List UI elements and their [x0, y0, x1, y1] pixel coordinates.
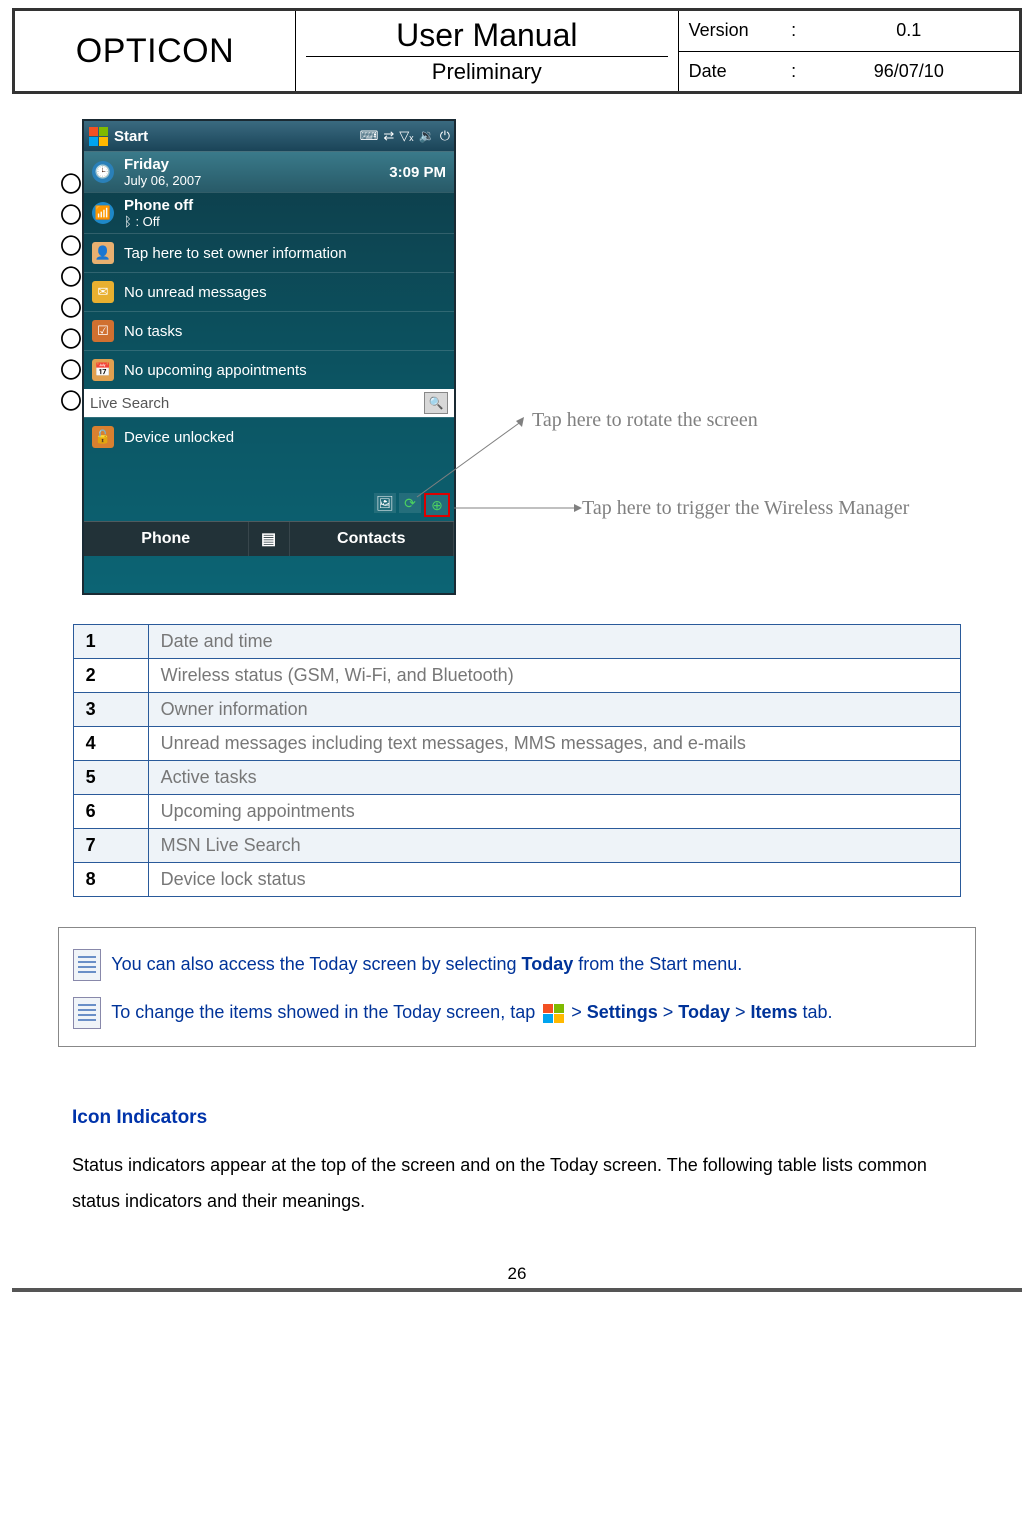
table-row: 4Unread messages including text messages… — [73, 727, 961, 761]
keyboard-icon[interactable]: ⌨ — [360, 128, 379, 144]
search-placeholder[interactable]: Live Search — [90, 395, 424, 412]
version-value: 0.1 — [809, 20, 1009, 41]
tasks-icon: ☑ — [92, 320, 114, 342]
note-box: You can also access the Today screen by … — [58, 927, 977, 1047]
date-value: 96/07/10 — [809, 61, 1009, 82]
table-row: 2Wireless status (GSM, Wi-Fi, and Blueto… — [73, 659, 961, 693]
softkey-phone[interactable]: Phone — [84, 522, 249, 556]
row-lock-status[interactable]: 🔓 Device unlocked — [84, 417, 454, 456]
manual-subtitle: Preliminary — [306, 57, 668, 87]
search-button[interactable]: 🔍 — [424, 392, 448, 414]
note-icon — [73, 997, 101, 1029]
row-tasks[interactable]: ☑ No tasks — [84, 311, 454, 350]
title-bar[interactable]: Start ⌨ ⇄ ▽ₓ 🔉 ⏻ — [84, 121, 454, 151]
body-text: Status indicators appear at the top of t… — [72, 1147, 962, 1219]
speaker-icon[interactable]: 🔉 — [419, 128, 435, 144]
table-row: 8Device lock status — [73, 863, 961, 897]
table-row: 3Owner information — [73, 693, 961, 727]
time-value: 3:09 PM — [389, 164, 446, 181]
brand: OPTICON — [14, 10, 296, 93]
row-live-search[interactable]: Live Search 🔍 — [84, 389, 454, 417]
doc-header: OPTICON User Manual Preliminary Version … — [12, 8, 1022, 94]
start-label[interactable]: Start — [114, 128, 360, 145]
table-row: 1Date and time — [73, 625, 961, 659]
table-row: 7MSN Live Search — [73, 829, 961, 863]
footer-rule — [12, 1288, 1022, 1292]
version-label: Version — [689, 20, 779, 41]
calendar-icon: 📅 — [92, 359, 114, 381]
row-owner[interactable]: 👤 Tap here to set owner information — [84, 233, 454, 272]
softkey-middle[interactable]: ▤ — [249, 522, 290, 556]
manual-title: User Manual — [306, 15, 668, 57]
callout-wireless: Tap here to trigger the Wireless Manager — [582, 497, 909, 520]
row-messages[interactable]: ✉ No unread messages — [84, 272, 454, 311]
row-datetime[interactable]: 🕒 Friday July 06, 2007 3:09 PM — [84, 151, 454, 192]
tray-icon-1[interactable]: 🖼 — [374, 493, 396, 513]
note-icon — [73, 949, 101, 981]
softkey-contacts[interactable]: Contacts — [290, 522, 455, 556]
softkey-bar: Phone ▤ Contacts — [84, 521, 454, 556]
device-screenshot: Start ⌨ ⇄ ▽ₓ 🔉 ⏻ 🕒 Friday July 06, 2007 … — [82, 119, 456, 595]
page-number: 26 — [12, 1264, 1022, 1284]
callout-rotate: Tap here to rotate the screen — [532, 409, 758, 432]
unlock-icon: 🔓 — [92, 426, 114, 448]
wireless-icon: 📶 — [92, 202, 114, 224]
bluetooth-icon: ᛒ — [124, 214, 132, 229]
windows-flag-icon — [542, 1003, 564, 1023]
callout-arrow-2 — [454, 503, 584, 513]
battery-icon[interactable]: ⏻ — [440, 128, 450, 144]
section-heading: Icon Indicators — [72, 1107, 1022, 1129]
status-tray[interactable]: ⌨ ⇄ ▽ₓ 🔉 ⏻ — [360, 128, 450, 144]
table-row: 6Upcoming appointments — [73, 795, 961, 829]
owner-icon: 👤 — [92, 242, 114, 264]
row-wireless[interactable]: 📶 Phone off ᛒ : Off — [84, 192, 454, 233]
figure-markers: 〇 〇 〇 〇 〇 〇 〇 〇 — [60, 174, 82, 422]
date-label: Date — [689, 61, 779, 82]
windows-flag-icon[interactable] — [88, 126, 108, 146]
callout-arrow-1 — [412, 415, 532, 505]
row-appointments[interactable]: 📅 No upcoming appointments — [84, 350, 454, 389]
table-row: 5Active tasks — [73, 761, 961, 795]
signal-off-icon[interactable]: ▽ₓ — [399, 128, 413, 144]
sync-icon[interactable]: ⇄ — [383, 128, 394, 144]
magnifier-icon: 🔍 — [429, 396, 444, 410]
legend-table: 1Date and time 2Wireless status (GSM, Wi… — [73, 624, 962, 897]
envelope-icon: ✉ — [92, 281, 114, 303]
clock-icon: 🕒 — [92, 161, 114, 183]
